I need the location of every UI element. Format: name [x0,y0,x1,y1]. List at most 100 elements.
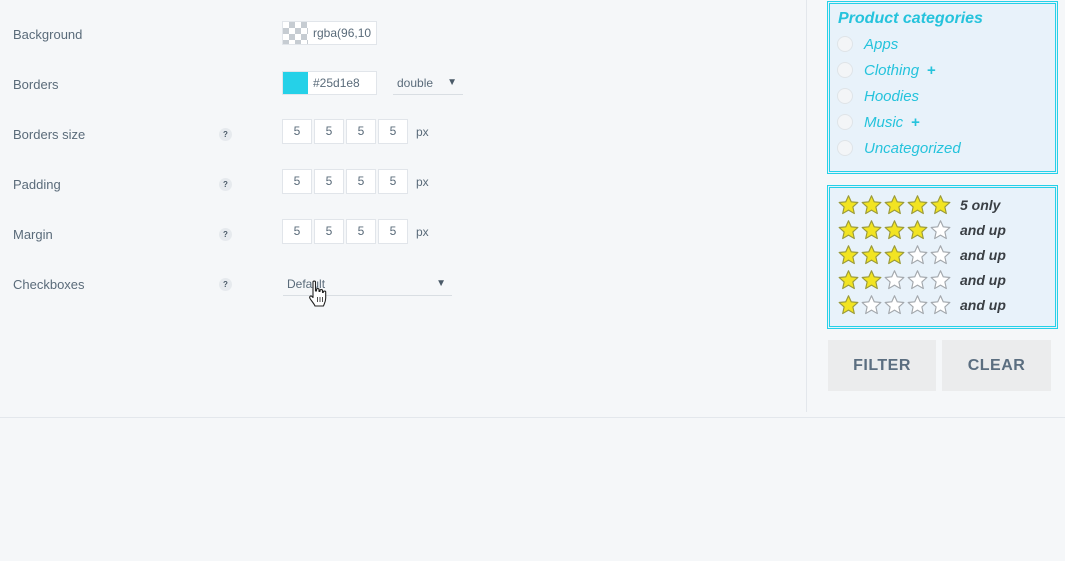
setting-row-margin: Margin ? 5 5 5 5 px [0,219,806,257]
margin-top-input[interactable]: 5 [282,219,312,244]
chevron-down-icon: ▼ [436,278,446,289]
margin-bottom-input[interactable]: 5 [346,219,376,244]
rating-row-2[interactable]: and up [837,268,1006,291]
rating-row-1[interactable]: and up [837,293,1006,316]
star-filled-icon [884,220,905,240]
radio-button[interactable] [837,114,853,130]
star-filled-icon [861,195,882,215]
rating-label[interactable]: and up [960,247,1006,263]
category-label[interactable]: Apps [864,36,898,53]
help-icon[interactable]: ? [219,128,232,141]
product-categories-widget: Product categories Apps Clothing + Hoodi… [827,1,1058,174]
rating-row-5[interactable]: 5 only [837,193,1000,216]
category-item-uncategorized[interactable]: Uncategorized [837,138,961,158]
margin-unit: px [416,224,429,239]
margin-left-input[interactable]: 5 [378,219,408,244]
borders-size-bottom-input[interactable]: 5 [346,119,376,144]
radio-button[interactable] [837,36,853,52]
star-filled-icon [838,245,859,265]
star-filled-icon [838,195,859,215]
category-label[interactable]: Hoodies [864,88,919,105]
transparent-swatch-icon[interactable] [283,22,308,44]
column-divider [806,0,807,412]
star-filled-icon [884,245,905,265]
star-filled-icon [838,270,859,290]
star-empty-icon [861,295,882,315]
widget-title: Product categories [838,10,983,27]
filter-button[interactable]: FILTER [828,340,936,391]
borders-size-left-input[interactable]: 5 [378,119,408,144]
borders-color-swatch[interactable] [283,72,308,94]
star-filled-icon [907,195,928,215]
rating-label[interactable]: and up [960,222,1006,238]
rating-filter-widget: 5 only and up and up and up and up [827,185,1058,329]
borders-size-label: Borders size [13,127,86,142]
expand-plus-icon[interactable]: + [927,62,936,79]
borders-size-right-input[interactable]: 5 [314,119,344,144]
padding-top-input[interactable]: 5 [282,169,312,194]
star-empty-icon [884,295,905,315]
star-empty-icon [930,245,951,265]
setting-row-borders: Borders #25d1e8 double ▼ [0,71,806,107]
star-empty-icon [884,270,905,290]
borders-color-value[interactable]: #25d1e8 [308,76,376,90]
rating-label[interactable]: and up [960,272,1006,288]
borders-style-select[interactable]: double ▼ [393,71,463,95]
borders-style-value: double [397,75,434,90]
background-label: Background [13,27,83,42]
category-item-clothing[interactable]: Clothing + [837,60,936,80]
category-item-music[interactable]: Music + [837,112,920,132]
padding-bottom-input[interactable]: 5 [346,169,376,194]
rating-label[interactable]: and up [960,297,1006,313]
star-rating [837,294,952,315]
chevron-down-icon: ▼ [447,77,457,88]
padding-label: Padding [13,177,61,192]
borders-size-unit: px [416,124,429,139]
clear-button[interactable]: CLEAR [942,340,1051,391]
radio-button[interactable] [837,88,853,104]
settings-panel: Background rgba(96,10 Borders #25d1e8 do… [0,0,806,418]
category-label[interactable]: Uncategorized [864,140,961,157]
padding-right-input[interactable]: 5 [314,169,344,194]
section-divider [0,417,1065,418]
padding-unit: px [416,174,429,189]
setting-row-checkboxes: Checkboxes ? Default ▼ [0,277,806,307]
star-empty-icon [930,220,951,240]
category-item-apps[interactable]: Apps [837,34,898,54]
rating-label[interactable]: 5 only [960,197,1000,213]
star-empty-icon [930,295,951,315]
borders-size-inputs: 5 5 5 5 px [282,119,429,144]
category-label[interactable]: Music [864,114,903,131]
padding-left-input[interactable]: 5 [378,169,408,194]
star-filled-icon [861,245,882,265]
rating-row-3[interactable]: and up [837,243,1006,266]
radio-button[interactable] [837,140,853,156]
borders-size-top-input[interactable]: 5 [282,119,312,144]
setting-row-background: Background rgba(96,10 [0,21,806,57]
star-rating [837,219,952,240]
star-filled-icon [930,195,951,215]
star-filled-icon [861,220,882,240]
margin-right-input[interactable]: 5 [314,219,344,244]
rating-row-4[interactable]: and up [837,218,1006,241]
borders-color-picker[interactable]: #25d1e8 [282,71,377,95]
hand-pointer-icon [309,280,327,307]
star-filled-icon [884,195,905,215]
padding-inputs: 5 5 5 5 px [282,169,429,194]
background-color-value[interactable]: rgba(96,10 [308,26,376,40]
margin-inputs: 5 5 5 5 px [282,219,429,244]
setting-row-borders-size: Borders size ? 5 5 5 5 px [0,119,806,157]
star-filled-icon [861,270,882,290]
star-filled-icon [907,220,928,240]
category-label[interactable]: Clothing [864,62,919,79]
star-filled-icon [838,295,859,315]
setting-row-padding: Padding ? 5 5 5 5 px [0,169,806,207]
star-empty-icon [907,270,928,290]
expand-plus-icon[interactable]: + [911,114,920,131]
background-color-picker[interactable]: rgba(96,10 [282,21,377,45]
radio-button[interactable] [837,62,853,78]
help-icon[interactable]: ? [219,278,232,291]
help-icon[interactable]: ? [219,228,232,241]
help-icon[interactable]: ? [219,178,232,191]
category-item-hoodies[interactable]: Hoodies [837,86,919,106]
